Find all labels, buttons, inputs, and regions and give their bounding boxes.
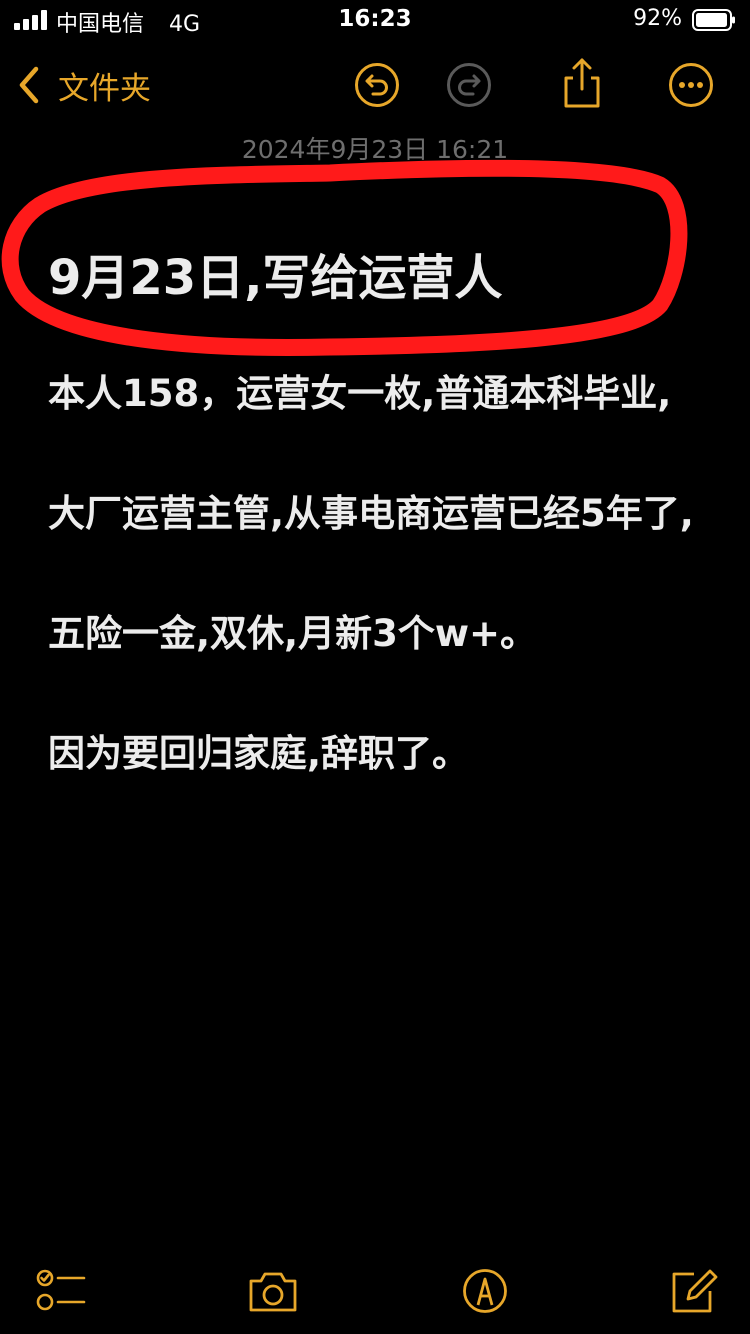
more-icon <box>669 63 713 107</box>
back-button[interactable]: 文件夹 <box>14 62 151 108</box>
share-button[interactable] <box>558 56 606 110</box>
camera-icon <box>249 1272 297 1312</box>
back-label: 文件夹 <box>58 70 151 107</box>
checklist-icon <box>36 1269 86 1311</box>
redo-button[interactable] <box>445 61 493 109</box>
battery-icon <box>692 9 736 31</box>
more-button[interactable] <box>667 61 715 109</box>
note-paragraph: 五险一金,双休,月新3个w+。 <box>48 612 538 655</box>
battery-percentage: 92% <box>633 6 682 31</box>
redo-icon <box>447 63 491 107</box>
note-paragraph: 本人158，运营女一枚,普通本科毕业, <box>48 372 672 415</box>
note-date: 2024年9月23日 16:21 <box>241 135 509 164</box>
note-paragraph: 因为要回归家庭,辞职了。 <box>48 732 470 775</box>
navigation-bar: 文件夹 <box>0 50 750 120</box>
camera-button[interactable] <box>246 1267 300 1315</box>
compose-icon <box>672 1269 718 1313</box>
markup-button[interactable] <box>458 1267 512 1315</box>
undo-button[interactable] <box>353 61 401 109</box>
chevron-left-icon <box>19 66 39 104</box>
note-body[interactable]: 本人158，运营女一枚,普通本科毕业, 大厂运营主管,从事电商运营已经5年了, … <box>48 366 698 846</box>
status-bar: 中国电信 4G 16:23 92% <box>0 0 750 40</box>
checklist-button[interactable] <box>34 1267 88 1315</box>
undo-icon <box>355 63 399 107</box>
note-title[interactable]: 9月23日,写给运营人 <box>48 238 502 308</box>
share-icon <box>564 58 600 108</box>
note-paragraph: 大厂运营主管,从事电商运营已经5年了, <box>48 492 694 535</box>
compose-button[interactable] <box>668 1267 722 1315</box>
markup-pen-icon <box>463 1269 507 1313</box>
